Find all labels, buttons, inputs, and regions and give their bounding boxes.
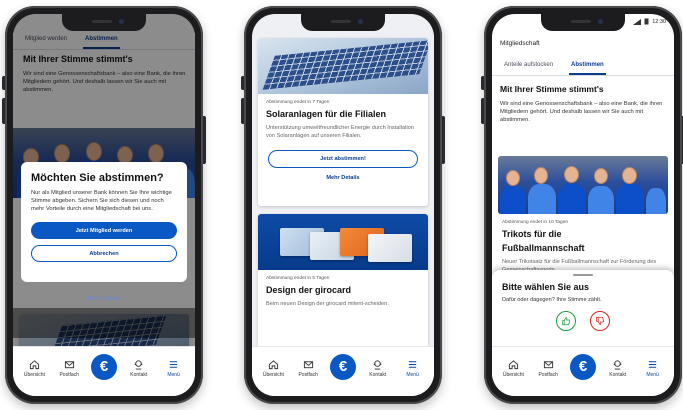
phone-right: 12:30 Mitgliedschaft Anteile aufstocken … xyxy=(481,6,683,404)
sheet-title: Bitte wählen Sie aus xyxy=(502,282,590,292)
dialog-text: Nur als Mitglied unserer Bank können Sie… xyxy=(31,190,172,212)
dialog-title: Möchten Sie abstimmen? xyxy=(31,172,164,184)
vote-title-line1: Trikots für die xyxy=(502,229,562,239)
nav-mailbox[interactable]: Postfach xyxy=(52,359,86,378)
team-photo xyxy=(498,156,668,214)
more-details-link[interactable]: Mehr Details xyxy=(266,175,420,181)
screen-right: 12:30 Mitgliedschaft Anteile aufstocken … xyxy=(492,14,674,396)
vote-card-trikots: Abstimmung endet in 10 Tagen Trikots für… xyxy=(502,220,666,274)
vote-card-girocard: Abstimmung endet in 5 Tagen Design der g… xyxy=(258,214,428,364)
euro-icon: € xyxy=(569,353,596,380)
vote-bottom-sheet: Bitte wählen Sie aus Dafür oder dagegen?… xyxy=(492,270,674,346)
bottom-navigation: Übersicht Postfach € Kontakt Menü xyxy=(13,346,195,396)
become-member-button[interactable]: Jetzt Mitglied werden xyxy=(31,222,177,239)
thumbs-down-icon xyxy=(596,316,605,325)
mail-icon xyxy=(303,361,313,369)
menu-icon xyxy=(648,361,657,368)
notch xyxy=(62,14,146,31)
home-icon xyxy=(268,360,278,370)
girocard-image xyxy=(258,214,428,270)
battery-icon xyxy=(644,18,649,25)
mail-icon xyxy=(543,361,553,369)
home-icon xyxy=(508,360,518,370)
menu-icon xyxy=(408,361,417,368)
sheet-handle[interactable] xyxy=(573,274,593,276)
page-title: Mit Ihrer Stimme stimmt's xyxy=(500,84,604,94)
cancel-button[interactable]: Abbrechen xyxy=(31,245,177,262)
contact-icon xyxy=(614,360,622,370)
screen-left: Mitglied werden Abstimmen Mit Ihrer Stim… xyxy=(13,14,195,396)
bottom-navigation: Übersicht Postfach € Kontakt Menü xyxy=(492,346,674,396)
phone-left: Mitglied werden Abstimmen Mit Ihrer Stim… xyxy=(2,6,206,404)
vote-description: Unterstützung umweltfreundlicher Energie… xyxy=(266,125,415,139)
nav-mailbox[interactable]: Postfach xyxy=(531,359,565,378)
signal-icon xyxy=(633,18,642,25)
vote-title-line2: Fußballmannschaft xyxy=(502,243,585,253)
contact-icon xyxy=(135,360,143,370)
nav-euro[interactable]: € xyxy=(87,353,121,380)
nav-menu-label: Menü xyxy=(646,372,659,378)
vote-deadline: Abstimmung endet in 10 Tagen xyxy=(502,220,569,225)
nav-mailbox-label: Postfach xyxy=(298,372,318,378)
mail-icon xyxy=(64,361,74,369)
menu-icon xyxy=(169,361,178,368)
vote-deadline: Abstimmung endet in 7 Tagen xyxy=(266,100,330,105)
tab-anteile-aufstocken[interactable]: Anteile aufstocken xyxy=(502,58,555,75)
nav-contact[interactable]: Kontakt xyxy=(601,359,635,378)
vote-title: Solaranlagen für die Filialen xyxy=(266,109,387,119)
status-time: 12:30 xyxy=(652,18,666,25)
tab-abstimmen[interactable]: Abstimmen xyxy=(569,58,606,75)
nav-menu-label: Menü xyxy=(406,372,419,378)
nav-overview[interactable]: Übersicht xyxy=(17,359,51,378)
bottom-navigation: Übersicht Postfach € Kontakt Menü xyxy=(252,346,434,396)
nav-mailbox-label: Postfach xyxy=(538,372,558,378)
nav-overview-label: Übersicht xyxy=(23,372,45,378)
euro-icon: € xyxy=(90,353,117,380)
nav-mailbox[interactable]: Postfach xyxy=(291,359,325,378)
vote-description: Beim neuen Design der girocard mitent-sc… xyxy=(266,301,389,307)
vote-deadline: Abstimmung endet in 5 Tagen xyxy=(266,276,330,281)
contact-icon xyxy=(374,360,382,370)
sheet-text: Dafür oder dagegen? Ihre Stimme zählt. xyxy=(502,297,602,303)
membership-dialog: Möchten Sie abstimmen? Nur als Mitglied … xyxy=(21,162,187,282)
nav-contact[interactable]: Kontakt xyxy=(361,359,395,378)
notch xyxy=(541,14,625,31)
nav-contact[interactable]: Kontakt xyxy=(122,359,156,378)
nav-euro[interactable]: € xyxy=(566,353,600,380)
nav-overview[interactable]: Übersicht xyxy=(256,359,290,378)
euro-icon: € xyxy=(329,353,356,380)
nav-mailbox-label: Postfach xyxy=(59,372,79,378)
vote-title: Design der girocard xyxy=(266,285,352,295)
nav-euro[interactable]: € xyxy=(326,353,360,380)
vote-yes-button[interactable] xyxy=(556,311,576,331)
vote-card-solar: Abstimmung endet in 7 Tagen Solaranlagen… xyxy=(258,38,428,206)
nav-menu-label: Menü xyxy=(167,372,180,378)
nav-contact-label: Kontakt xyxy=(369,372,387,378)
vote-no-button[interactable] xyxy=(590,311,610,331)
nav-contact-label: Kontakt xyxy=(609,372,627,378)
solar-panel-image xyxy=(258,38,428,94)
vote-now-button[interactable]: Jetzt abstimmen! xyxy=(268,150,418,168)
more-details-link[interactable]: Mehr Details xyxy=(13,296,195,302)
nav-overview-label: Übersicht xyxy=(502,372,524,378)
screen-middle: Abstimmung endet in 7 Tagen Solaranlagen… xyxy=(252,14,434,396)
nav-overview[interactable]: Übersicht xyxy=(496,359,530,378)
screen-header: Mitgliedschaft xyxy=(500,40,540,47)
nav-contact-label: Kontakt xyxy=(130,372,148,378)
phone-middle: Abstimmung endet in 7 Tagen Solaranlagen… xyxy=(241,6,445,404)
notch xyxy=(301,14,385,31)
intro-text: Wir sind eine Genossenschaftsbank – also… xyxy=(500,101,663,124)
nav-menu[interactable]: Menü xyxy=(636,359,670,378)
home-icon xyxy=(29,360,39,370)
nav-overview-label: Übersicht xyxy=(262,372,284,378)
tab-bar: Anteile aufstocken Abstimmen xyxy=(492,58,674,76)
status-bar: 12:30 xyxy=(633,18,666,25)
thumbs-up-icon xyxy=(562,317,571,326)
nav-menu[interactable]: Menü xyxy=(396,359,430,378)
nav-menu[interactable]: Menü xyxy=(157,359,191,378)
